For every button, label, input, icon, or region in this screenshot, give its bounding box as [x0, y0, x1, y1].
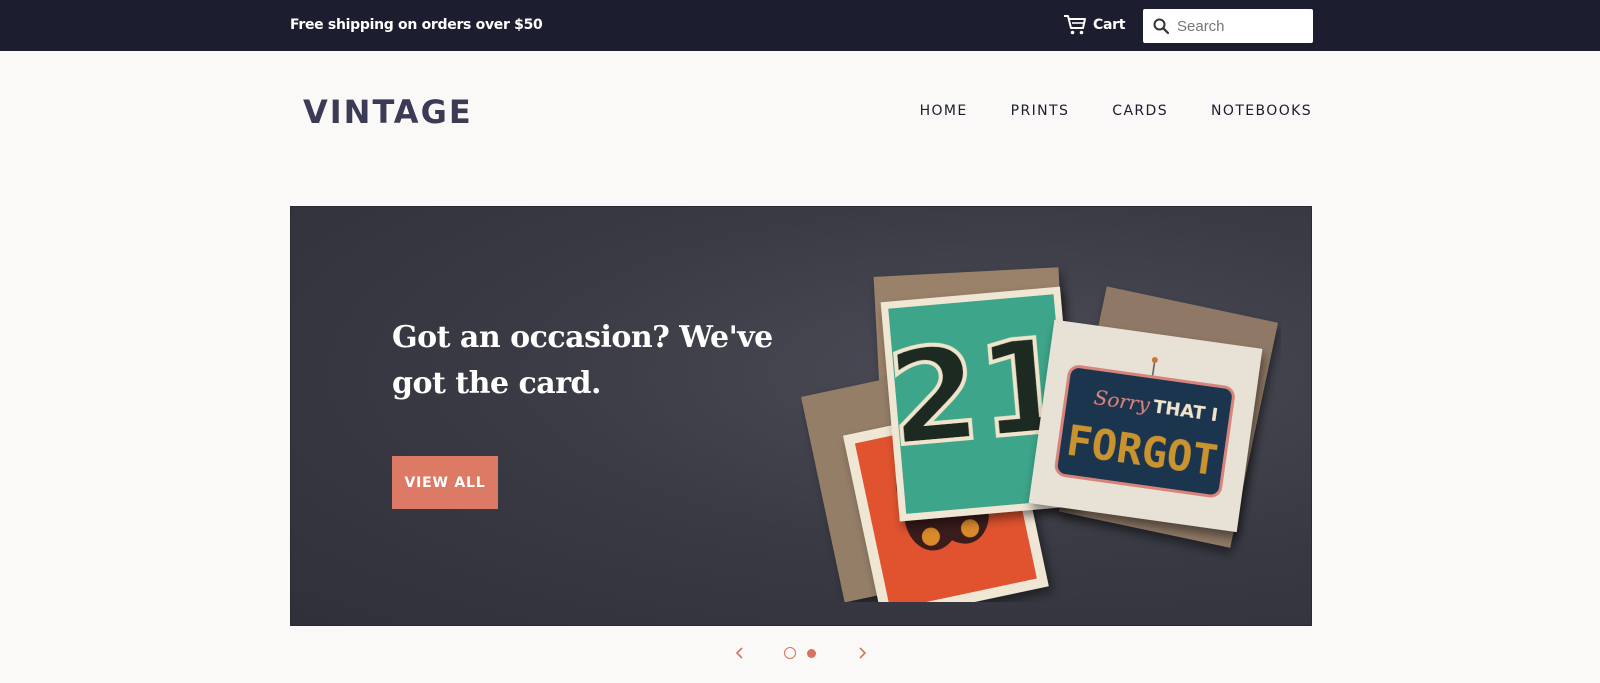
nav-item-notebooks[interactable]: NOTEBOOKS — [1211, 103, 1312, 119]
sorry-card: Sorry THAT I FORGOT — [1028, 319, 1263, 533]
greeting-cards-illustration: 21 Sorry THAT I FORGOT — [801, 267, 1278, 602]
main-nav: HOME PRINTS CARDS NOTEBOOKS — [920, 103, 1312, 119]
nav-item-prints[interactable]: PRINTS — [1011, 103, 1070, 119]
search-icon[interactable] — [1153, 18, 1169, 34]
slide-dot-1[interactable] — [784, 647, 796, 659]
search-box[interactable] — [1143, 9, 1313, 43]
cart-label: Cart — [1093, 17, 1126, 33]
site-logo[interactable]: VINTAGE — [303, 93, 473, 131]
chevron-left-icon[interactable] — [733, 645, 747, 661]
hero-title: Got an occasion? We've got the card. — [392, 320, 773, 401]
cart-link[interactable]: Cart — [1063, 14, 1125, 36]
search-input[interactable] — [1177, 17, 1297, 35]
chevron-right-icon[interactable] — [855, 645, 869, 661]
announcement-text: Free shipping on orders over $50 — [290, 17, 543, 33]
nav-item-home[interactable]: HOME — [920, 103, 968, 119]
slider-controls — [0, 643, 1600, 663]
nav-item-cards[interactable]: CARDS — [1112, 103, 1168, 119]
announcement-bar: Free shipping on orders over $50 Cart — [0, 0, 1600, 51]
slide-dot-2[interactable] — [807, 649, 816, 658]
view-all-button[interactable]: VIEW ALL — [392, 456, 498, 509]
hero-slide: Got an occasion? We've got the card. VIE… — [290, 206, 1312, 626]
cart-icon — [1064, 15, 1086, 35]
